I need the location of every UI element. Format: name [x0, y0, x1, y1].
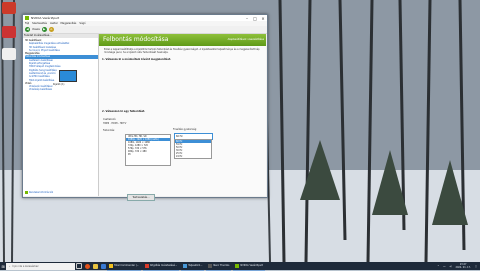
resolution-list[interactable]: Ultra HD, HD, SD 1080p, 1920 × 1080 (natí…: [125, 134, 171, 166]
forward-arrow-icon[interactable]: ▶: [41, 27, 47, 32]
app-icon: [109, 263, 113, 268]
app-icon: [235, 263, 240, 268]
refresh-rate-option[interactable]: 24 Hz: [175, 155, 211, 158]
customize-button[interactable]: Testreszabás...: [127, 194, 155, 201]
menu-help[interactable]: Súgó: [79, 22, 85, 25]
resolution-label: Felbontás:: [103, 129, 115, 132]
taskbar-search-box[interactable]: ⌕ Írjon ide a kereséshez: [6, 262, 75, 270]
search-placeholder: Írjon ide a kereséshez: [12, 264, 39, 268]
content-panel: Felbontás módosítása Alapbeállítások vis…: [99, 34, 266, 196]
resolution-option[interactable]: PC: [126, 153, 170, 156]
app-label: Total Commander (...: [114, 264, 140, 267]
system-info-label: Rendszerinformációk: [29, 191, 54, 194]
refresh-rate-label: Frissítési gyakoriság:: [173, 128, 197, 131]
close-icon[interactable]: ×: [259, 15, 267, 21]
system-tray: ^ ▭ ◂) 23:27 2024. 01. 17. ▢: [437, 263, 480, 269]
notification-icon[interactable]: ▢: [475, 265, 477, 268]
restore-defaults-link[interactable]: Alapbeállítások visszaállítása: [228, 34, 264, 46]
search-icon: ⌕: [9, 264, 11, 268]
home-icon[interactable]: ⌂: [48, 27, 54, 32]
taskbar-apps: Total Commander (... Rögzítés méretezésé.…: [107, 262, 265, 271]
taskbar-app[interactable]: Total Commander (...: [107, 262, 142, 271]
clock[interactable]: 23:27 2024. 01. 17.: [455, 263, 470, 269]
connection-label: Csatlakozó:: [103, 118, 117, 121]
info-icon: [25, 191, 28, 194]
taskbar-app[interactable]: Nero Thumbs: [206, 262, 232, 271]
toolbar: ◀ Vissza ▶ ⌂: [23, 26, 267, 34]
task-tree-panel: Feladat kiválasztása... 3D beállítások Ké…: [23, 34, 99, 196]
tree-item[interactable]: Videókép beállításai: [25, 88, 98, 91]
menu-edit[interactable]: Szerkesztés: [32, 22, 47, 25]
clock-date: 2024. 01. 17.: [455, 266, 471, 269]
nvidia-control-panel-window: NVIDIA Vezérlőpult – □ × Fájl Szerkeszté…: [22, 14, 268, 201]
window-title: NVIDIA Vezérlőpult: [31, 16, 60, 20]
back-label[interactable]: Vissza: [32, 28, 40, 31]
page-description: Ezzel a lappal beállíthatja a kijelzőhöz…: [104, 48, 260, 54]
refresh-rate-options[interactable]: 60 Hz 59 Hz 50 Hz 30 Hz 25 Hz 24 Hz: [174, 139, 212, 159]
task-view-icon[interactable]: [75, 262, 83, 270]
system-info-link[interactable]: Rendszerinformációk: [25, 191, 53, 194]
page-title: Felbontás módosítása: [103, 36, 169, 43]
volume-icon[interactable]: ◂): [449, 265, 451, 268]
file-explorer-icon[interactable]: [91, 262, 99, 270]
app-label: Nero Thumbs: [213, 264, 230, 267]
menu-desktop[interactable]: Asztal: [50, 22, 58, 25]
chevron-up-icon[interactable]: ^: [437, 265, 439, 268]
browser-icon[interactable]: [83, 262, 91, 270]
step2-text: 2. Válasszon ki egy felbontást.: [102, 110, 146, 113]
maximize-icon[interactable]: □: [251, 15, 259, 21]
app-label: Rögzítés méretezésé...: [150, 264, 178, 267]
menu-view[interactable]: Megjelenítés: [61, 22, 77, 25]
taskbar-app[interactable]: Rögzítés méretezésé...: [143, 262, 180, 271]
nvidia-logo-icon: [25, 16, 29, 20]
menu-file[interactable]: Fájl: [25, 22, 29, 25]
app-label: Teljeskörű...: [188, 264, 203, 267]
minimize-icon[interactable]: –: [243, 15, 251, 21]
app-icon: [208, 263, 213, 268]
store-icon[interactable]: [99, 262, 107, 270]
refresh-rate-value: 60 Hz: [176, 135, 183, 138]
taskbar-app[interactable]: Teljeskörű...: [181, 262, 205, 271]
app-icon: [145, 263, 150, 268]
display-monitor-icon[interactable]: [59, 70, 77, 82]
taskbar: ⊞ ⌕ Írjon ide a kereséshez Total Command…: [0, 262, 480, 271]
connection-value: HDMI · HDMI - HDTV: [103, 122, 127, 125]
app-icon: [183, 263, 188, 268]
desktop-icon[interactable]: [2, 26, 16, 38]
back-arrow-icon[interactable]: ◀: [25, 27, 30, 32]
taskbar-app[interactable]: NVIDIA Vezérlőpult: [233, 262, 265, 271]
network-icon[interactable]: ▭: [443, 265, 445, 268]
step1-heading: 1. Válassza ki a módosítani kívánt megje…: [102, 58, 172, 61]
app-label: NVIDIA Vezérlőpult: [240, 264, 263, 267]
monitor-label: Kijelző (1): [53, 83, 65, 86]
desktop-icon[interactable]: [2, 2, 16, 14]
page-banner: Felbontás módosítása Alapbeállítások vis…: [99, 34, 266, 46]
desktop-icon[interactable]: [2, 48, 16, 60]
step2-heading: 2. Válasszon ki egy felbontást.: [99, 108, 148, 115]
